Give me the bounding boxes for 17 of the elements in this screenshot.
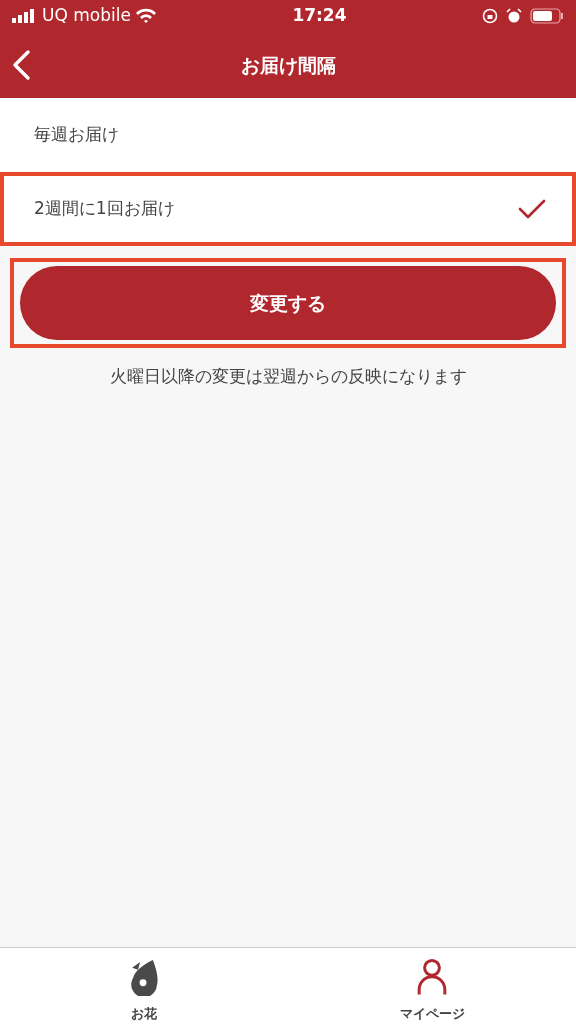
tab-item[interactable]: マイページ: [288, 948, 576, 1024]
back-button[interactable]: [10, 49, 32, 81]
page-title: お届け間隔: [240, 52, 336, 78]
rotation-lock-icon: [482, 8, 498, 24]
battery-icon: [530, 8, 564, 24]
wifi-icon: [134, 8, 157, 24]
person-icon: [416, 958, 448, 996]
submit-button[interactable]: 変更する: [20, 266, 556, 340]
flower-bud-icon: [129, 958, 159, 996]
status-time: 17:24: [292, 4, 347, 28]
checkmark-icon: [518, 198, 546, 220]
carrier-name: UQ mobile: [42, 4, 131, 28]
option-row[interactable]: 2週間に1回お届け: [0, 172, 576, 246]
tab-item[interactable]: お花: [0, 948, 288, 1024]
option-row[interactable]: 毎週お届け: [0, 98, 576, 172]
note-text: 火曜日以降の変更は翌週からの反映になります: [108, 365, 468, 388]
alarm-icon: [506, 8, 522, 24]
